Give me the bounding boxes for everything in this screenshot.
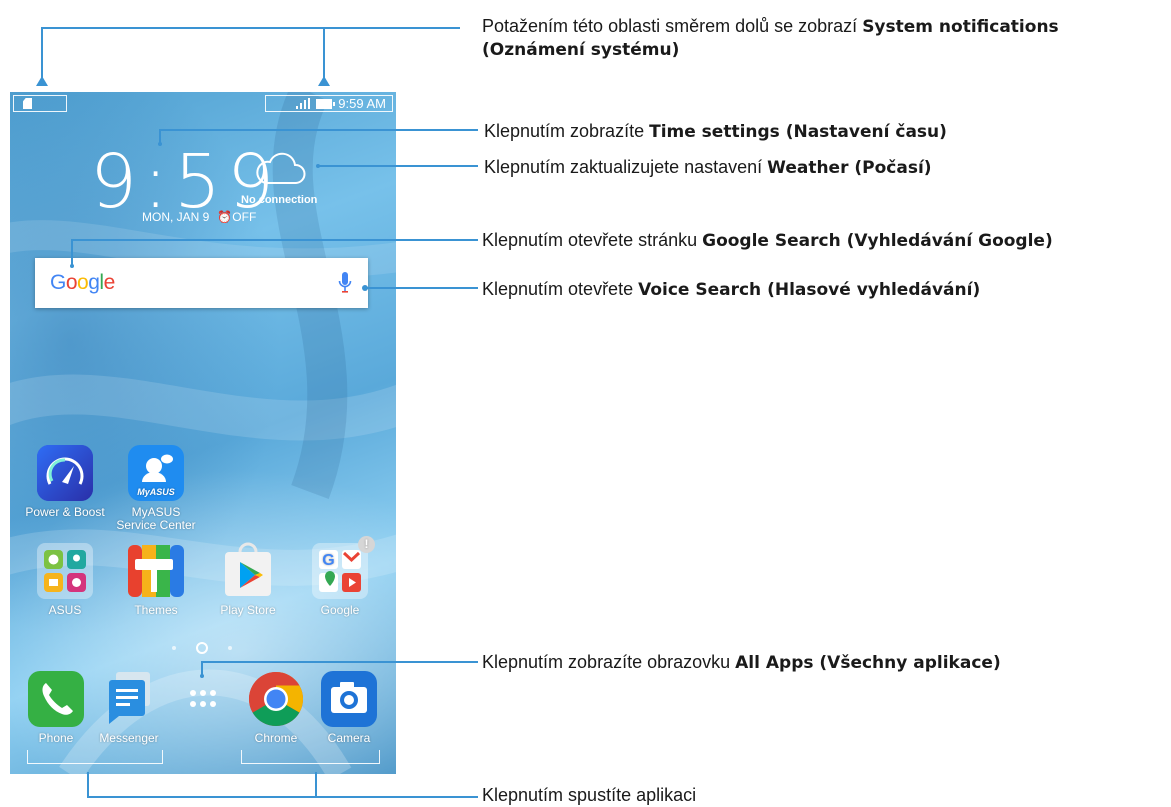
callout-voice-search: Klepnutím otevřete Voice Search (Hlasové… (482, 279, 981, 300)
callout-notifications: Potažením této oblasti směrem dolů se zo… (482, 16, 1059, 60)
callout-all-apps: Klepnutím zobrazíte obrazovku All Apps (… (482, 652, 1001, 673)
callout-weather: Klepnutím zaktualizujete nastavení Weath… (484, 157, 932, 178)
callout-launch-app: Klepnutím spustíte aplikaci (482, 785, 697, 805)
callout-google-search: Klepnutím otevřete stránku Google Search… (482, 230, 1053, 251)
callout-time-settings: Klepnutím zobrazíte Time settings (Nasta… (484, 121, 947, 142)
